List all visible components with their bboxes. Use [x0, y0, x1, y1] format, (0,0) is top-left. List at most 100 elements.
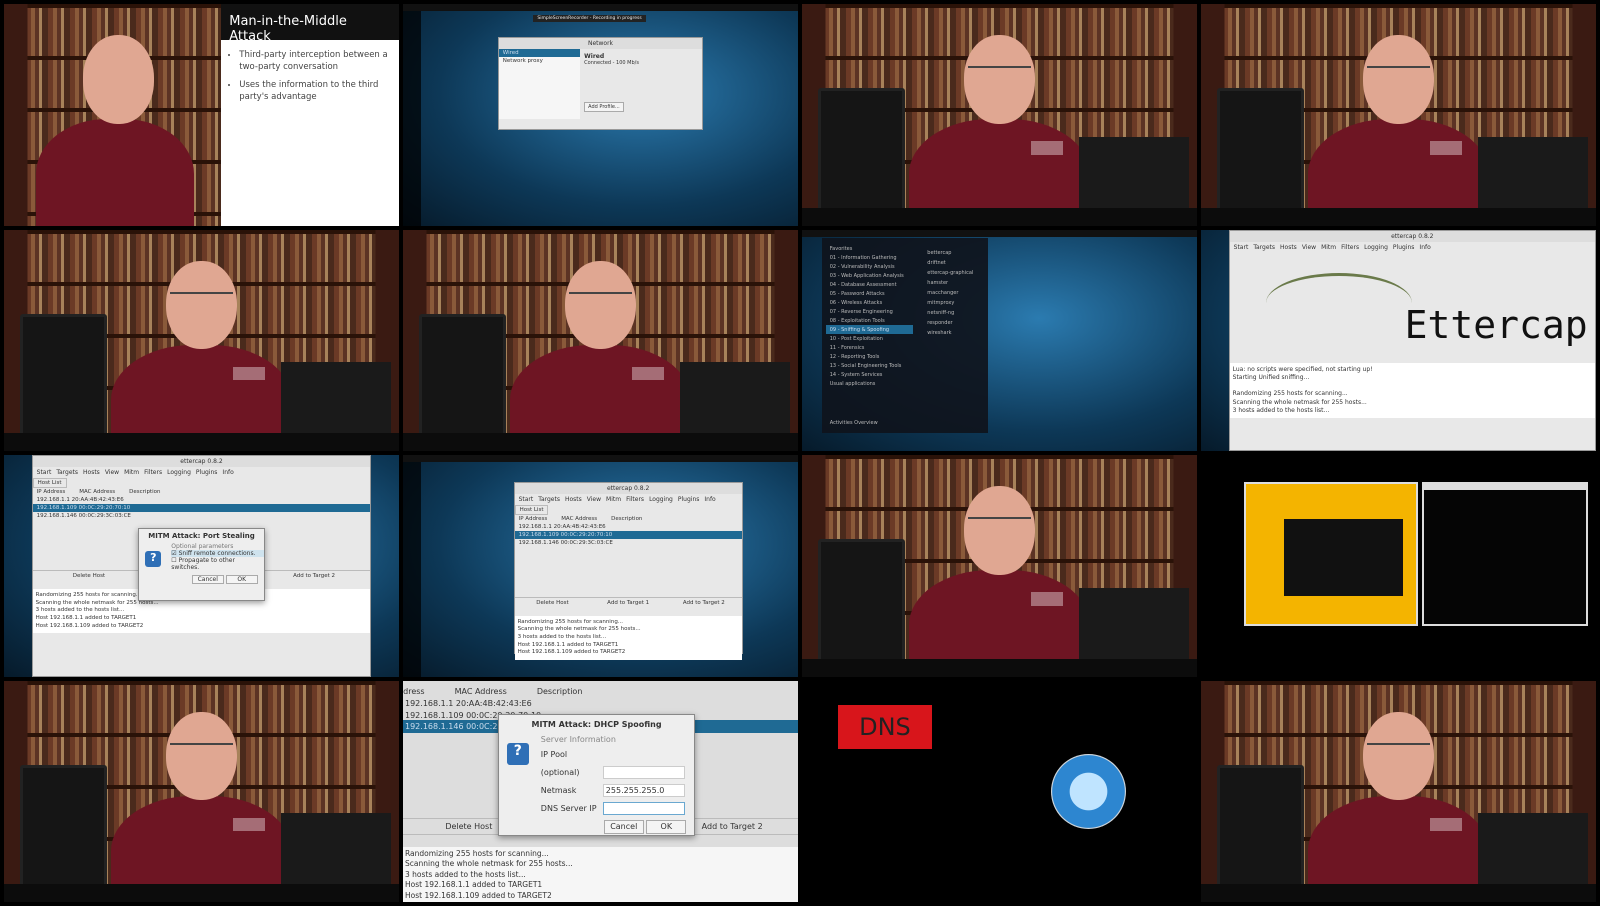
host-row[interactable]: 192.168.1.146 00:0C:29:3C:03:CE [33, 512, 371, 520]
menu-hosts[interactable]: Hosts [1280, 244, 1297, 251]
menu-view[interactable]: View [105, 469, 119, 476]
netmask-input[interactable]: 255.255.255.0 [602, 783, 685, 797]
menu-targets[interactable]: Targets [56, 469, 78, 476]
menu-filters[interactable]: Filters [1341, 244, 1359, 251]
menu-start[interactable]: Start [1234, 244, 1249, 251]
network-item-wired[interactable]: Wired [498, 49, 581, 58]
host-action-button[interactable]: Add to Target 2 [666, 598, 742, 608]
host-row[interactable]: 192.168.1.109 00:0C:29:20:70:10 [514, 530, 742, 539]
host-action-button[interactable]: Add to Target 1 [590, 598, 666, 608]
activities-overview[interactable]: Activities Overview [826, 418, 882, 427]
mac-address: 00:0C:29:3C:03:CE [560, 539, 613, 546]
app-item[interactable]: netsniff-ng [925, 308, 975, 318]
menu-item[interactable]: 04 - Database Assessment [826, 280, 913, 289]
app-item[interactable]: bettercap [925, 248, 975, 258]
tab-host-list[interactable]: Host List [514, 504, 549, 515]
menu-item[interactable]: 10 - Post Exploitation [826, 334, 913, 343]
menu-info[interactable]: Info [1419, 244, 1430, 251]
menu-item[interactable]: 07 - Reverse Engineering [826, 307, 913, 316]
menu-logging[interactable]: Logging [167, 469, 191, 476]
network-item-proxy[interactable]: Network proxy [499, 57, 580, 65]
ip-address: 192.168.1.146 [518, 539, 559, 546]
frame-14[interactable]: IP Address MAC Address Description 192.168… [403, 680, 798, 902]
frame-4[interactable] [1201, 4, 1596, 226]
host-action-button[interactable]: Delete Host [33, 571, 146, 581]
menu-plugins[interactable]: Plugins [196, 469, 218, 476]
host-action-button[interactable]: Delete Host [515, 598, 591, 608]
menu-logging[interactable]: Logging [1364, 244, 1388, 251]
frame-3[interactable] [802, 4, 1197, 226]
frame-16[interactable] [1201, 680, 1596, 902]
tab-host-list[interactable]: Host List [32, 478, 67, 488]
menu-view[interactable]: View [1302, 244, 1316, 251]
frame-2[interactable]: SimpleScreenRecorder - Recording in prog… [403, 4, 798, 226]
menu-item[interactable]: 08 - Exploitation Tools [826, 316, 913, 325]
ok-button[interactable]: OK [225, 575, 258, 585]
frame-10[interactable]: ettercap 0.8.2 Start Targets Hosts View Mitm F… [403, 455, 798, 677]
app-item[interactable]: responder [925, 318, 975, 328]
app-item[interactable]: ettercap-graphical [925, 268, 975, 278]
add-profile-button[interactable]: Add Profile... [584, 102, 624, 113]
menu-item[interactable]: Usual applications [826, 379, 913, 388]
mac-address: 00:0C:29:20:70:10 [560, 531, 613, 538]
host-row[interactable]: 192.168.1.146 00:0C:29:3C:03:CE [515, 539, 742, 547]
frame-9[interactable]: ettercap 0.8.2 Start Targets Hosts View Mitm F… [4, 455, 399, 677]
menu-view[interactable]: View [587, 496, 601, 503]
menu-item[interactable]: 06 - Wireless Attacks [826, 298, 913, 307]
app-item[interactable]: hamster [925, 278, 975, 288]
host-action-button[interactable]: Add to Target 2 [258, 571, 371, 581]
menu-hosts[interactable]: Hosts [83, 469, 100, 476]
ip-pool-input[interactable] [602, 765, 685, 779]
host-row[interactable]: 192.168.1.109 00:0C:29:20:70:10 [32, 504, 371, 512]
frame-7[interactable]: Favorites 01 - Information Gathering 02 - … [802, 229, 1197, 451]
app-item[interactable]: driftnet [925, 258, 975, 268]
menu-item[interactable]: 02 - Vulnerability Analysis [826, 262, 913, 271]
menu-plugins[interactable]: Plugins [1393, 244, 1415, 251]
menu-targets[interactable]: Targets [538, 496, 560, 503]
menu-item[interactable]: 01 - Information Gathering [826, 253, 913, 262]
menu-item[interactable]: 11 - Forensics [826, 343, 913, 352]
app-item[interactable]: macchanger [925, 288, 975, 298]
menu-filters[interactable]: Filters [626, 496, 644, 503]
menu-mitm[interactable]: Mitm [124, 469, 139, 476]
cancel-button[interactable]: Cancel [603, 819, 644, 834]
menu-item[interactable]: 09 - Sniffing & Spoofing [825, 325, 913, 335]
frame-13[interactable] [4, 680, 399, 902]
menu-targets[interactable]: Targets [1253, 244, 1275, 251]
menu-item[interactable]: 03 - Web Application Analysis [826, 271, 913, 280]
host-row[interactable]: 192.168.1.1 20:AA:4B:42:43:E6 [33, 496, 371, 504]
log-panel: Randomizing 255 hosts for scanning... Sca… [514, 615, 742, 661]
menu-start[interactable]: Start [37, 469, 52, 476]
ok-button[interactable]: OK [646, 819, 687, 834]
menu-filters[interactable]: Filters [144, 469, 162, 476]
menu-info[interactable]: Info [222, 469, 233, 476]
app-item[interactable]: mitmproxy [925, 298, 975, 308]
option-propagate[interactable]: ☐ Propagate to other switches. [171, 557, 263, 571]
frame-5[interactable] [4, 229, 399, 451]
host-row[interactable]: 192.168.1.1 20:AA:4B:42:43:E6 [515, 523, 742, 531]
menu-info[interactable]: Info [704, 496, 715, 503]
menu-item[interactable]: 14 - System Services [826, 370, 913, 379]
menu-hosts[interactable]: Hosts [565, 496, 582, 503]
menu-plugins[interactable]: Plugins [678, 496, 700, 503]
menu-mitm[interactable]: Mitm [606, 496, 621, 503]
menu-item[interactable]: 12 - Reporting Tools [826, 352, 913, 361]
host-row[interactable]: 192.168.1.1 20:AA:4B:42:43:E6 [403, 696, 798, 708]
menu-start[interactable]: Start [519, 496, 534, 503]
cancel-button[interactable]: Cancel [191, 575, 224, 585]
dns-server-input[interactable] [602, 801, 685, 815]
menu-item[interactable]: 05 - Password Attacks [826, 289, 913, 298]
menu-item[interactable]: 13 - Social Engineering Tools [826, 361, 913, 370]
frame-11[interactable] [802, 455, 1197, 677]
menu-mitm[interactable]: Mitm [1321, 244, 1336, 251]
option-sniff-remote[interactable]: ☑ Sniff remote connections. [171, 550, 264, 558]
menu-logging[interactable]: Logging [649, 496, 673, 503]
app-item[interactable]: wireshark [925, 328, 975, 338]
frame-1[interactable]: Man-in-the-Middle Attack Third-party int… [4, 4, 399, 226]
frame-6[interactable] [403, 229, 798, 451]
menu-item[interactable]: Favorites [826, 244, 913, 253]
frame-8[interactable]: ettercap 0.8.2 Start Targets Hosts View Mitm… [1201, 229, 1596, 451]
wired-status: Connected - 100 Mb/s [584, 60, 639, 67]
frame-12[interactable] [1201, 455, 1596, 677]
frame-15[interactable]: DNS [802, 680, 1197, 902]
